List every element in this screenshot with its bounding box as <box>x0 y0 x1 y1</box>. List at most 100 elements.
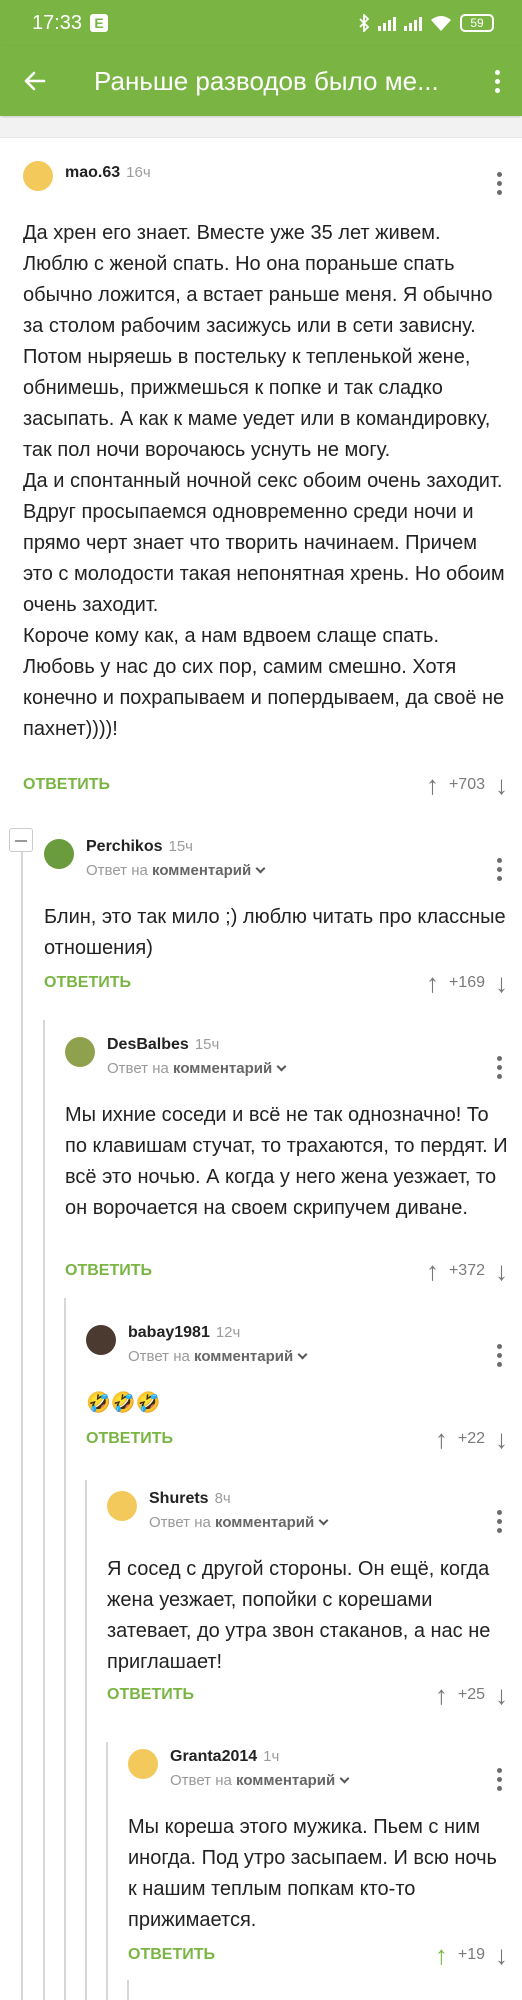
comment: babay1981 12ч Ответ на комментарий 🤣🤣🤣 ОТ… <box>86 1324 508 1464</box>
reply-target: комментарий <box>173 1060 273 1077</box>
more-vert-icon <box>497 858 502 881</box>
comment-author[interactable]: Shurets <box>149 1490 209 1507</box>
upvote-arrow-icon[interactable]: ↑ <box>435 1682 448 1708</box>
downvote-arrow-icon[interactable]: ↓ <box>495 1426 508 1452</box>
more-vert-icon <box>497 1510 502 1533</box>
chevron-down-icon <box>339 1773 350 1784</box>
reply-to-link[interactable]: Ответ на комментарий <box>149 1514 329 1531</box>
chevron-down-icon <box>318 1515 329 1526</box>
downvote-arrow-icon[interactable]: ↓ <box>495 1682 508 1708</box>
comment-meta: Perchikos 15ч Ответ на комментарий <box>86 838 266 879</box>
comment-header: babay1981 12ч Ответ на комментарий <box>86 1324 508 1376</box>
comment-menu-button[interactable] <box>491 160 508 199</box>
reply-prefix: Ответ на <box>86 862 148 879</box>
reply-to-link[interactable]: Ответ на комментарий <box>128 1348 308 1365</box>
avatar[interactable] <box>86 1325 116 1355</box>
thread-line <box>21 852 23 2000</box>
comment: Perchikos 15ч Ответ на комментарий Блин, … <box>44 838 508 998</box>
comment-footer: ОТВЕТИТЬ ↑ +25 ↓ <box>107 1680 508 1710</box>
upvote-arrow-icon[interactable]: ↑ <box>435 1942 448 1968</box>
reply-button[interactable]: ОТВЕТИТЬ <box>128 1946 215 1964</box>
comment-header: Shurets 8ч Ответ на комментарий <box>107 1490 508 1542</box>
upvote-arrow-icon[interactable]: ↑ <box>426 970 439 996</box>
reply-target: комментарий <box>152 862 252 879</box>
comment-text: Мы кореша этого мужика. Пьем с ним иногд… <box>128 1816 497 1931</box>
comment-author[interactable]: babay1981 <box>128 1324 210 1341</box>
comment-menu-button[interactable] <box>491 846 508 885</box>
upvote-arrow-icon[interactable]: ↑ <box>426 772 439 798</box>
reply-button[interactable]: ОТВЕТИТЬ <box>44 974 131 992</box>
app-bar: Раньше разводов было ме... <box>0 46 522 116</box>
back-button[interactable] <box>0 46 70 116</box>
comment-author[interactable]: DesBalbes <box>107 1036 189 1053</box>
reply-button[interactable]: ОТВЕТИТЬ <box>107 1686 194 1704</box>
comment-time: 1ч <box>263 1748 280 1765</box>
comment-footer: ОТВЕТИТЬ ↑ +22 ↓ <box>86 1424 508 1454</box>
reply-to-link[interactable]: Ответ на комментарий <box>107 1060 287 1077</box>
reply-button[interactable]: ОТВЕТИТЬ <box>23 776 110 794</box>
comment-time: 15ч <box>194 1036 220 1053</box>
comment-author[interactable]: Perchikos <box>86 838 162 855</box>
comment-text: Мы ихние соседи и всё не так однозначно!… <box>65 1104 508 1219</box>
avatar[interactable] <box>23 161 53 191</box>
comment-author[interactable]: Granta2014 <box>170 1748 257 1765</box>
comment-header: mao.63 16ч <box>23 160 508 212</box>
downvote-arrow-icon[interactable]: ↓ <box>495 1258 508 1284</box>
reply-button[interactable]: ОТВЕТИТЬ <box>65 1262 152 1280</box>
downvote-arrow-icon[interactable]: ↓ <box>495 772 508 798</box>
vote-controls: ↑ +169 ↓ <box>426 970 508 996</box>
upvote-arrow-icon[interactable]: ↑ <box>426 1258 439 1284</box>
chevron-down-icon <box>297 1349 308 1360</box>
collapse-thread-button[interactable] <box>9 828 33 852</box>
comment-menu-button[interactable] <box>491 1498 508 1537</box>
comment-footer: ОТВЕТИТЬ ↑ +169 ↓ <box>44 968 508 998</box>
vote-count: +22 <box>457 1430 485 1447</box>
avatar[interactable] <box>128 1749 158 1779</box>
app-root: 17:33 E 59 Раньше разводов было ме... ma <box>0 0 522 2000</box>
upvote-arrow-icon[interactable]: ↑ <box>435 1426 448 1452</box>
reply-to-link[interactable]: Ответ на комментарий <box>170 1772 350 1789</box>
vote-controls: ↑ +25 ↓ <box>435 1682 508 1708</box>
avatar[interactable] <box>44 839 74 869</box>
chevron-down-icon <box>276 1061 287 1072</box>
reply-prefix: Ответ на <box>107 1060 169 1077</box>
comment: mao.63 16ч Да хрен его знает. Вместе уже … <box>23 160 508 800</box>
comment-meta: mao.63 16ч <box>65 164 151 182</box>
comment-text: Да хрен его знает. Вместе уже 35 лет жив… <box>23 222 505 740</box>
status-icons: 59 <box>358 14 494 32</box>
downvote-arrow-icon[interactable]: ↓ <box>495 1942 508 1968</box>
reply-button[interactable]: ОТВЕТИТЬ <box>86 1430 173 1448</box>
vote-count: +703 <box>448 776 485 793</box>
comment-menu-button[interactable] <box>491 1332 508 1371</box>
comment-text: 🤣🤣🤣 <box>86 1392 161 1414</box>
comment-meta: DesBalbes 15ч Ответ на комментарий <box>107 1036 287 1077</box>
comment-footer: ОТВЕТИТЬ ↑ +372 ↓ <box>65 1256 508 1286</box>
thread-line <box>43 1020 45 2000</box>
downvote-arrow-icon[interactable]: ↓ <box>495 970 508 996</box>
avatar[interactable] <box>107 1491 137 1521</box>
thread-line <box>127 1980 129 2000</box>
vote-count: +25 <box>457 1686 485 1703</box>
bluetooth-icon <box>359 14 370 32</box>
more-vert-icon <box>497 1056 502 1079</box>
reply-target: комментарий <box>215 1514 315 1531</box>
comment-meta: Granta2014 1ч Ответ на комментарий <box>170 1748 350 1789</box>
more-vert-icon <box>497 1344 502 1367</box>
more-vert-icon <box>497 172 502 195</box>
section-divider <box>0 118 522 138</box>
vote-controls: ↑ +22 ↓ <box>435 1426 508 1452</box>
more-menu-button[interactable] <box>472 69 522 93</box>
comment-time: 15ч <box>168 838 193 855</box>
avatar[interactable] <box>65 1037 95 1067</box>
reply-prefix: Ответ на <box>128 1348 190 1365</box>
vote-controls: ↑ +372 ↓ <box>426 1258 508 1284</box>
comment-menu-button[interactable] <box>491 1756 508 1795</box>
comment-author[interactable]: mao.63 <box>65 164 120 181</box>
comment-header: Perchikos 15ч Ответ на комментарий <box>44 838 508 890</box>
thread-line <box>106 1742 108 2000</box>
signal-icon <box>378 15 396 31</box>
signal-icon <box>404 15 422 31</box>
comment-menu-button[interactable] <box>491 1044 508 1083</box>
comment: DesBalbes 15ч Ответ на комментарий Мы ихн… <box>65 1036 508 1286</box>
reply-to-link[interactable]: Ответ на комментарий <box>86 862 266 879</box>
